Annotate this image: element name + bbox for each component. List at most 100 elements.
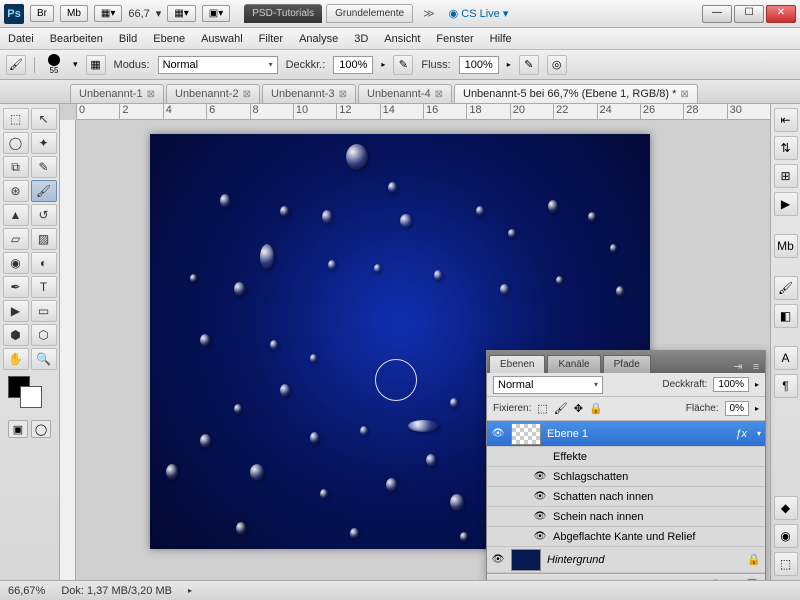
minibridge-panel-icon[interactable]: Mb (774, 234, 798, 258)
menu-ansicht[interactable]: Ansicht (384, 33, 420, 45)
visibility-icon[interactable]: 👁 (491, 553, 505, 567)
tool-presets-icon[interactable]: ▶ (774, 192, 798, 216)
history-panel-icon[interactable]: ⇅ (774, 136, 798, 160)
3d-camera-tool[interactable]: ⬡ (31, 324, 57, 346)
3d-tool[interactable]: ⬢ (3, 324, 29, 346)
lock-position-icon[interactable]: ✥ (574, 402, 583, 415)
gradient-tool[interactable]: ▨ (31, 228, 57, 250)
menu-fenster[interactable]: Fenster (436, 33, 473, 45)
doc-tab[interactable]: Unbenannt-4⊠ (358, 84, 452, 103)
layer-row[interactable]: Effekte (487, 447, 765, 467)
flow-input[interactable]: 100% (459, 56, 499, 74)
close-button[interactable]: ✕ (766, 5, 796, 23)
healing-brush-tool[interactable]: ⊛ (3, 180, 29, 202)
dodge-tool[interactable]: ◐ (31, 252, 57, 274)
menu-ebene[interactable]: Ebene (153, 33, 185, 45)
visibility-icon[interactable] (533, 450, 547, 464)
minimize-button[interactable]: — (702, 5, 732, 23)
bridge-button[interactable]: Br (30, 5, 54, 22)
tab-channels[interactable]: Kanäle (547, 355, 600, 373)
color-swatches[interactable] (0, 376, 59, 406)
zoom-level[interactable]: 66,7 (128, 8, 149, 20)
doc-tab[interactable]: Unbenannt-1⊠ (70, 84, 164, 103)
tab-layers[interactable]: Ebenen (489, 355, 545, 373)
menu-3d[interactable]: 3D (354, 33, 368, 45)
workspace-psd-tutorials[interactable]: PSD-Tutorials (244, 4, 322, 23)
more-workspaces-icon[interactable]: ≫ (423, 7, 435, 20)
menu-auswahl[interactable]: Auswahl (201, 33, 243, 45)
layer-row[interactable]: 👁Schatten nach innen (487, 487, 765, 507)
view-extras-button[interactable]: ▦▾ (94, 5, 122, 22)
collapse-panel-icon[interactable]: ⇥ (729, 360, 747, 373)
path-select-tool[interactable]: ▶ (3, 300, 29, 322)
move-tool-arrow[interactable]: ↖ (31, 108, 57, 130)
brush-tool-icon[interactable]: 🖌 (6, 55, 26, 75)
clone-stamp-tool[interactable]: ▲ (3, 204, 29, 226)
arrange-button[interactable]: ▦▾ (167, 5, 195, 22)
minibridge-button[interactable]: Mb (60, 5, 88, 22)
paths-panel-icon[interactable]: ⬚ (774, 552, 798, 576)
layer-row[interactable]: 👁Schein nach innen (487, 507, 765, 527)
actions-panel-icon[interactable]: ⊞ (774, 164, 798, 188)
layer-thumbnail[interactable] (511, 423, 541, 445)
opacity-input[interactable]: 100% (333, 56, 373, 74)
clone-source-icon[interactable]: ◧ (774, 304, 798, 328)
magic-wand-tool[interactable]: ✦ (31, 132, 57, 154)
screenmode-button[interactable]: ▣▾ (202, 5, 230, 22)
menu-analyse[interactable]: Analyse (299, 33, 338, 45)
move-tool[interactable]: ⬚ (3, 108, 29, 130)
tablet-pressure-icon[interactable]: ◎ (547, 55, 567, 75)
visibility-icon[interactable]: 👁 (533, 510, 547, 524)
fill-input[interactable]: 0% (725, 401, 749, 416)
menu-bild[interactable]: Bild (119, 33, 137, 45)
pen-tool[interactable]: ✒ (3, 276, 29, 298)
cslive-button[interactable]: ◉ CS Live ▾ (449, 7, 509, 20)
menu-hilfe[interactable]: Hilfe (490, 33, 512, 45)
layer-row[interactable]: 👁Schlagschatten (487, 467, 765, 487)
doc-tab[interactable]: Unbenannt-3⊠ (262, 84, 356, 103)
airbrush-icon[interactable]: ✎ (519, 55, 539, 75)
visibility-icon[interactable]: 👁 (533, 530, 547, 544)
blur-tool[interactable]: ◉ (3, 252, 29, 274)
paragraph-panel-icon[interactable]: ¶ (774, 374, 798, 398)
maximize-button[interactable]: ☐ (734, 5, 764, 23)
layer-row[interactable]: 👁Abgeflachte Kante und Relief (487, 527, 765, 547)
lock-pixels-icon[interactable]: 🖌 (554, 402, 568, 415)
doc-tab[interactable]: Unbenannt-2⊠ (166, 84, 260, 103)
hand-tool[interactable]: ✋ (3, 348, 29, 370)
opacity-pressure-icon[interactable]: ✎ (393, 55, 413, 75)
brush-tool[interactable]: 🖌 (31, 180, 57, 202)
menu-bearbeiten[interactable]: Bearbeiten (50, 33, 103, 45)
panel-menu-icon[interactable]: ≡ (747, 361, 765, 373)
channels-panel-icon[interactable]: ◉ (774, 524, 798, 548)
layer-row[interactable]: 👁Ebene 1ƒx▾ (487, 421, 765, 447)
brush-preset[interactable]: 55 (43, 54, 65, 76)
lock-transparency-icon[interactable]: ⬚ (537, 402, 547, 415)
close-tab-icon[interactable]: ⊠ (243, 89, 251, 100)
lasso-tool[interactable]: ◯ (3, 132, 29, 154)
fx-badge[interactable]: ƒx (735, 428, 747, 440)
standard-mode-icon[interactable]: ▣ (8, 420, 28, 438)
menu-datei[interactable]: Datei (8, 33, 34, 45)
layers-panel-icon[interactable]: ◆ (774, 496, 798, 520)
layer-opacity-input[interactable]: 100% (713, 377, 749, 392)
zoom-tool[interactable]: 🔍 (31, 348, 57, 370)
menu-filter[interactable]: Filter (259, 33, 283, 45)
tab-paths[interactable]: Pfade (603, 355, 651, 373)
close-tab-icon[interactable]: ⊠ (435, 89, 443, 100)
brushes-panel-icon[interactable]: 🖌 (774, 276, 798, 300)
blend-mode-select[interactable]: Normal▾ (158, 56, 278, 74)
layer-blend-mode[interactable]: Normal▾ (493, 376, 603, 394)
visibility-icon[interactable]: 👁 (533, 470, 547, 484)
status-zoom[interactable]: 66,67% (8, 585, 45, 597)
close-tab-icon[interactable]: ⊠ (339, 89, 347, 100)
eyedropper-tool[interactable]: ✎ (31, 156, 57, 178)
crop-tool[interactable]: ⧉ (3, 156, 29, 178)
eraser-tool[interactable]: ▱ (3, 228, 29, 250)
collapse-icon[interactable]: ⇤ (774, 108, 798, 132)
character-panel-icon[interactable]: A (774, 346, 798, 370)
shape-tool[interactable]: ▭ (31, 300, 57, 322)
visibility-icon[interactable]: 👁 (491, 427, 505, 441)
visibility-icon[interactable]: 👁 (533, 490, 547, 504)
lock-all-icon[interactable]: 🔒 (589, 402, 603, 415)
